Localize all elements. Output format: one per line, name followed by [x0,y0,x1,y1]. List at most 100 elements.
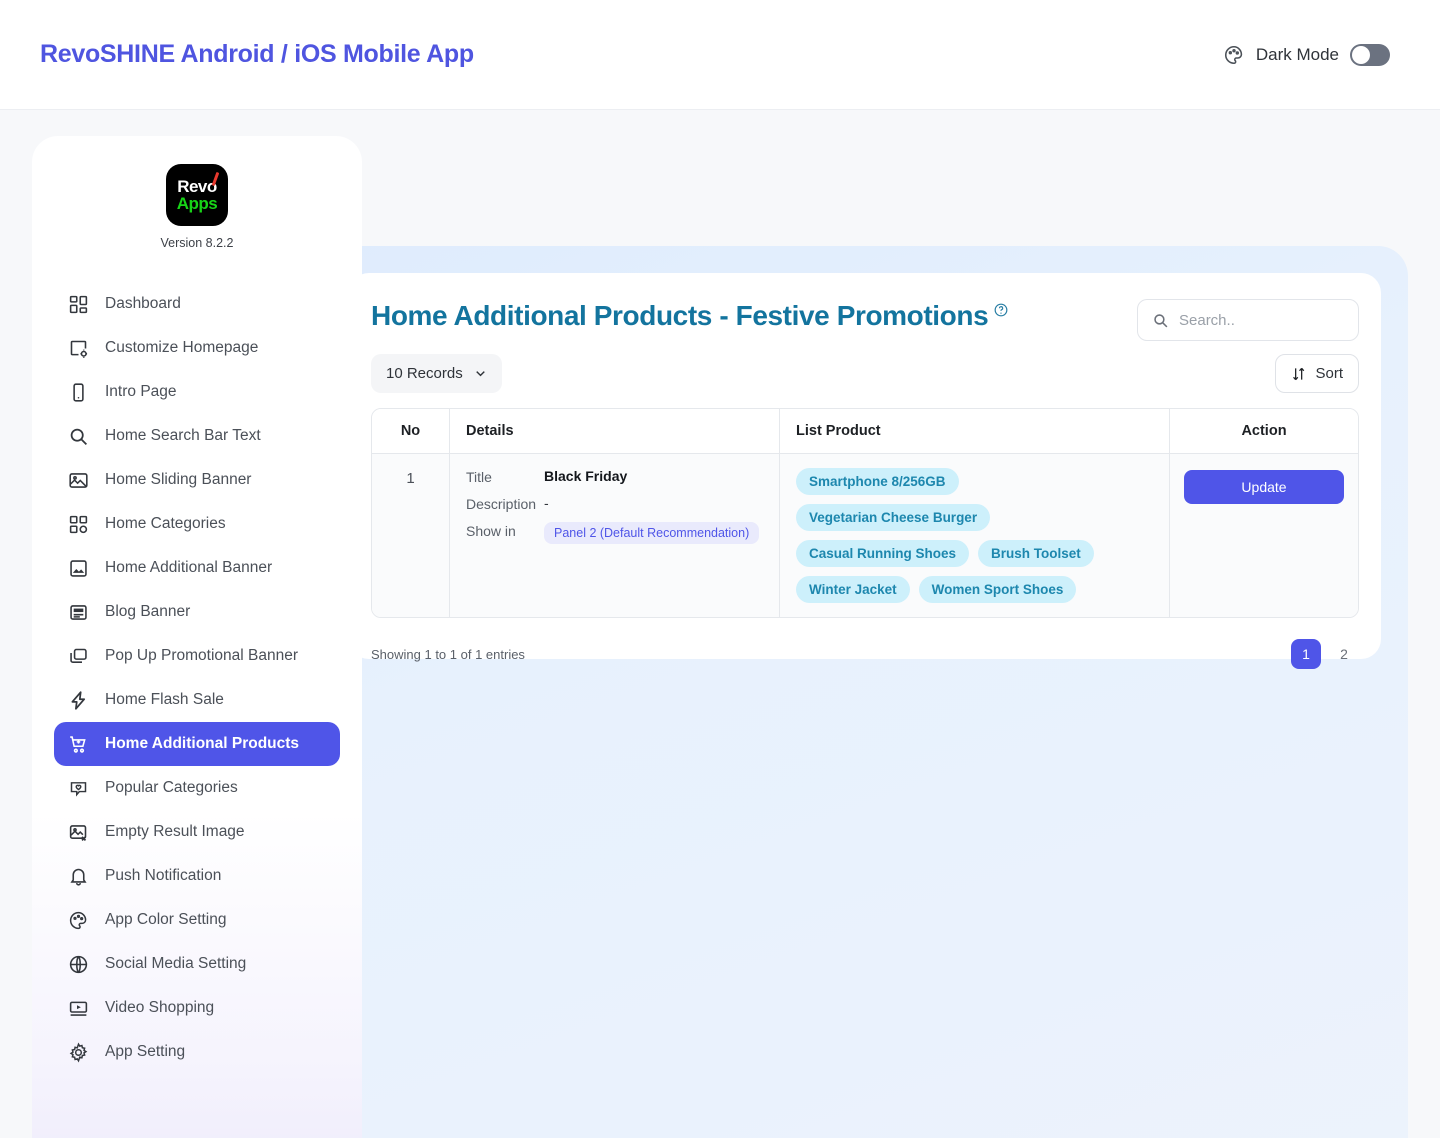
page-body: Revo Apps Version 8.2.2 Dashboard Custom… [0,110,1440,1138]
detail-showin-row: Show in Panel 2 (Default Recommendation) [466,522,763,544]
sidebar-item-push-notification[interactable]: Push Notification [54,854,340,898]
panel-badge: Panel 2 (Default Recommendation) [544,522,760,544]
sidebar-item-label: Popular Categories [105,779,238,796]
detail-showin-key: Show in [466,523,516,539]
cell-list-product: Smartphone 8/256GB Vegetarian Cheese Bur… [780,454,1170,617]
mobile-icon [68,382,89,403]
table-controls-row: 10 Records Sort [371,354,1359,393]
sidebar-item-label: Push Notification [105,867,222,884]
sidebar-item-customize-homepage[interactable]: Customize Homepage [54,326,340,370]
revo-apps-logo: Revo Apps [166,164,228,226]
sidebar-item-app-color-setting[interactable]: App Color Setting [54,898,340,942]
page-title: Home Additional Products - Festive Promo… [371,300,989,331]
cell-row-number: 1 [372,454,450,617]
cell-action: Update [1170,454,1358,617]
sidebar-item-popup-promotional-banner[interactable]: Pop Up Promotional Banner [54,634,340,678]
dark-mode-toggle[interactable] [1350,43,1390,66]
pagination: 1 2 [1291,639,1359,669]
search-box[interactable] [1137,299,1359,341]
search-icon [1152,312,1169,329]
question-circle-icon[interactable] [994,303,1008,317]
bell-icon [68,866,89,887]
column-header-action: Action [1170,409,1358,454]
grid-dot-icon [68,514,89,535]
sidebar-item-home-categories[interactable]: Home Categories [54,502,340,546]
table-head: No Details List Product Action [372,409,1358,454]
sidebar-item-label: Home Additional Products [105,735,300,752]
chevron-down-icon [474,367,487,380]
sidebar-item-label: App Color Setting [105,911,227,928]
product-tag: Women Sport Shoes [918,576,1077,603]
sidebar-item-home-search-bar-text[interactable]: Home Search Bar Text [54,414,340,458]
card-header: Home Additional Products - Festive Promo… [371,299,1359,341]
product-tag: Vegetarian Cheese Burger [796,504,991,531]
sidebar-item-empty-result-image[interactable]: Empty Result Image [54,810,340,854]
product-tag: Winter Jacket [796,576,910,603]
detail-title-row: Title Black Friday [466,468,763,485]
logo-text-revo: Revo [177,176,217,196]
sidebar-item-label: Blog Banner [105,603,191,620]
table-body: 1 Title Black Friday Description - Show … [372,454,1358,617]
product-tag: Casual Running Shoes [796,540,970,567]
sidebar-item-home-sliding-banner[interactable]: Home Sliding Banner [54,458,340,502]
video-icon [68,998,89,1019]
cart-plus-icon [68,734,89,755]
sidebar-item-label: Customize Homepage [105,339,259,356]
sidebar-item-social-media-setting[interactable]: Social Media Setting [54,942,340,986]
sidebar-item-label: Home Categories [105,515,226,532]
main-content-card: Home Additional Products - Festive Promo… [349,273,1381,669]
sidebar-item-home-additional-banner[interactable]: Home Additional Banner [54,546,340,590]
lightning-icon [68,690,89,711]
product-tag: Brush Toolset [978,540,1094,567]
sidebar: Revo Apps Version 8.2.2 Dashboard Custom… [32,136,362,1138]
sidebar-item-home-additional-products[interactable]: Home Additional Products [54,722,340,766]
sidebar-item-label: Social Media Setting [105,955,247,972]
detail-description-key: Description [466,496,537,512]
logo-block: Revo Apps Version 8.2.2 [32,164,362,250]
sidebar-item-label: Pop Up Promotional Banner [105,647,299,664]
table-row: 1 Title Black Friday Description - Show … [372,454,1358,617]
products-table: No Details List Product Action 1 Title B… [371,408,1359,618]
app-title: RevoSHINE Android / iOS Mobile App [40,40,474,68]
sidebar-item-app-setting[interactable]: App Setting [54,1030,340,1074]
article-icon [68,602,89,623]
sidebar-item-home-flash-sale[interactable]: Home Flash Sale [54,678,340,722]
logo-text-apps: Apps [176,193,218,213]
globe-icon [68,954,89,975]
records-per-page-select[interactable]: 10 Records [371,354,502,393]
records-select-value: 10 Records [386,365,463,382]
layout-settings-icon [68,338,89,359]
sort-arrows-icon [1291,366,1307,382]
detail-title-key: Title [466,469,492,485]
update-button[interactable]: Update [1184,470,1344,504]
search-icon [68,426,89,447]
column-header-no: No [372,409,450,454]
pagination-page-1[interactable]: 1 [1291,639,1321,669]
sidebar-item-label: Video Shopping [105,999,215,1016]
dark-mode-control[interactable]: Dark Mode [1223,43,1390,66]
grid-icon [68,294,89,315]
search-input[interactable] [1179,311,1344,329]
palette-icon [68,910,89,931]
pagination-page-2[interactable]: 2 [1329,639,1359,669]
sidebar-item-dashboard[interactable]: Dashboard [54,282,340,326]
title-wrapper: Home Additional Products - Festive Promo… [371,299,1008,333]
detail-description-value: - [544,495,549,511]
table-header-row: No Details List Product Action [372,409,1358,454]
sort-button[interactable]: Sort [1275,354,1359,393]
product-tag-list: Smartphone 8/256GB Vegetarian Cheese Bur… [796,468,1153,603]
showing-entries-text: Showing 1 to 1 of 1 entries [371,646,525,662]
sidebar-item-popular-categories[interactable]: Popular Categories [54,766,340,810]
sidebar-item-label: Empty Result Image [105,823,245,840]
sidebar-item-blog-banner[interactable]: Blog Banner [54,590,340,634]
sidebar-item-label: Home Additional Banner [105,559,273,576]
column-header-list-product: List Product [780,409,1170,454]
sort-button-label: Sort [1315,365,1343,382]
image-icon [68,470,89,491]
sidebar-item-video-shopping[interactable]: Video Shopping [54,986,340,1030]
cell-details: Title Black Friday Description - Show in… [450,454,780,617]
detail-title-value: Black Friday [544,468,628,484]
sidebar-item-label: Dashboard [105,295,181,312]
sidebar-item-label: Home Flash Sale [105,691,224,708]
sidebar-item-intro-page[interactable]: Intro Page [54,370,340,414]
